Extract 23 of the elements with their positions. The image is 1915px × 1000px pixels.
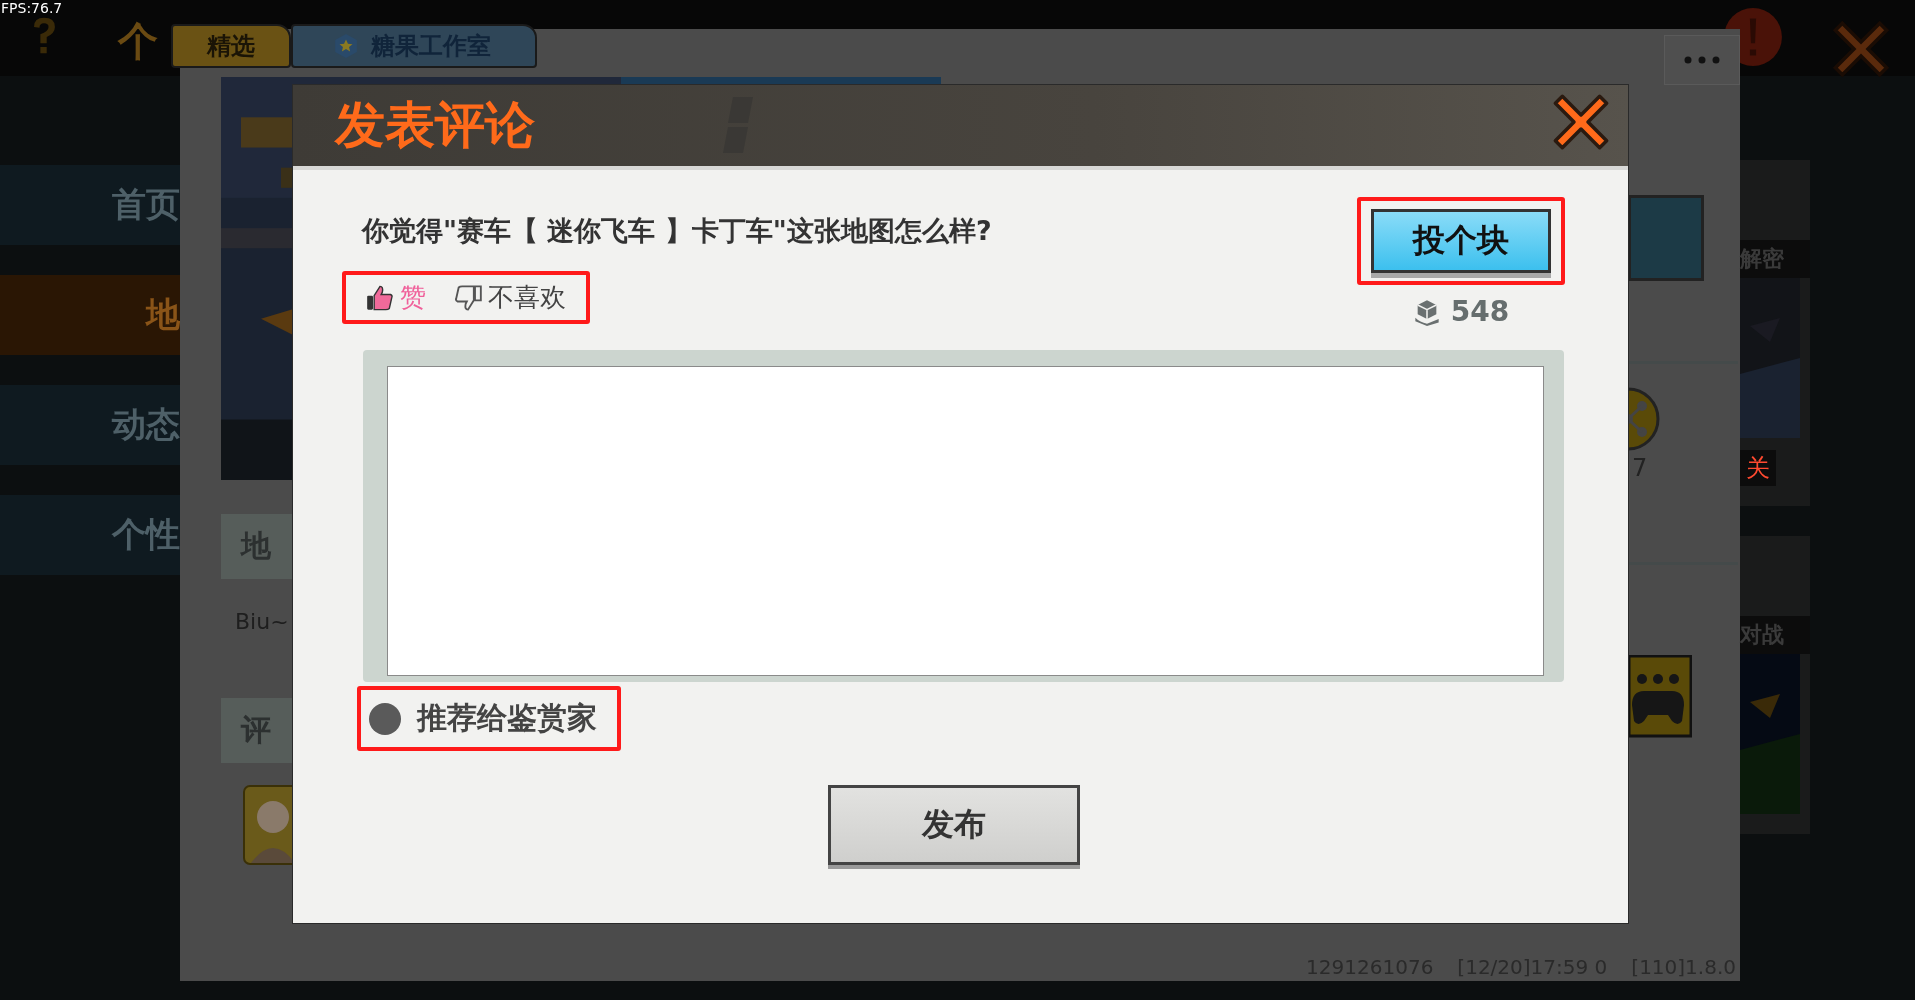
comment-field[interactable]: [363, 350, 1564, 682]
like-button[interactable]: 赞: [366, 280, 426, 315]
gamepad-icon[interactable]: [1628, 655, 1692, 739]
radio-button[interactable]: [369, 702, 401, 735]
sidebar-item[interactable]: 动态: [0, 385, 180, 465]
block-count: 548: [1450, 295, 1510, 328]
more-icon: [1684, 56, 1720, 64]
dialog-title: 发表评论: [335, 95, 535, 156]
fps-counter: FPS:76.7: [1, 0, 63, 16]
thumbs-up-icon: [366, 283, 394, 312]
more-button[interactable]: [1664, 35, 1740, 85]
question-text: 你觉得"赛车【 迷你飞车 】卡丁车"这张地图怎么样?: [362, 214, 992, 248]
sidebar-item[interactable]: 个性: [0, 495, 180, 575]
card-note: 关: [1740, 450, 1776, 486]
sidebar-item[interactable]: 首页: [0, 165, 180, 245]
dislike-button[interactable]: 不喜欢: [454, 280, 566, 315]
page-title: 个: [118, 17, 158, 66]
recommend-radio[interactable]: 推荐给鉴赏家: [369, 698, 597, 739]
star-badge-icon: [333, 33, 359, 59]
sidebar-item[interactable]: 地: [0, 275, 180, 355]
radio-label: 推荐给鉴赏家: [417, 699, 597, 737]
tab[interactable]: 精选: [171, 24, 291, 68]
thumbs-down-icon: [454, 283, 482, 312]
